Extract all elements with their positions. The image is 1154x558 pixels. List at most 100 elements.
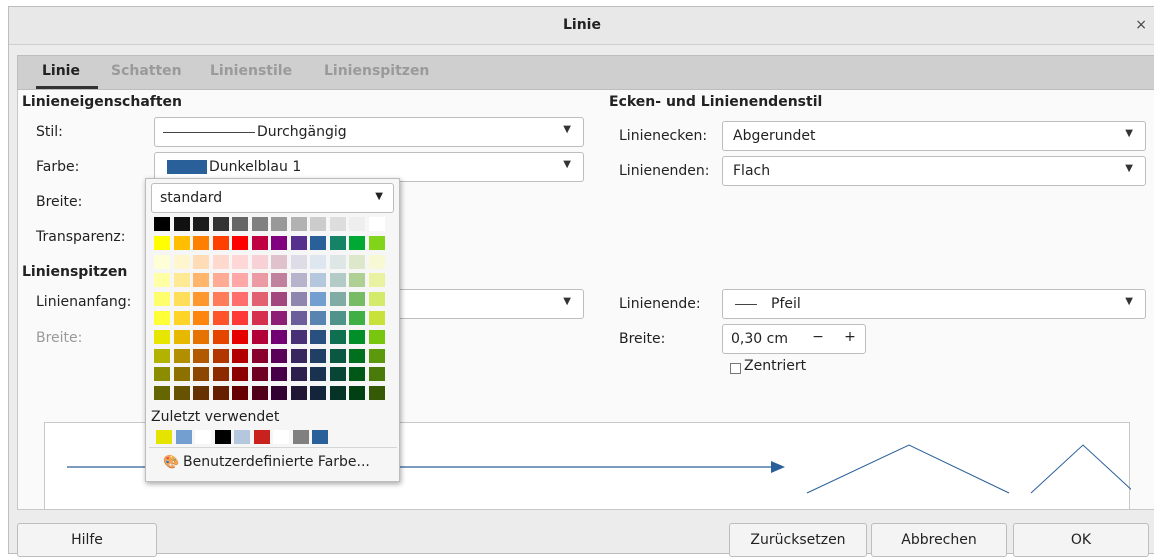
color-swatch-cell[interactable] [329,348,346,363]
color-swatch-cell[interactable] [154,386,170,401]
color-swatch-cell[interactable] [290,254,307,269]
color-swatch-cell[interactable] [154,217,170,231]
color-swatch-cell[interactable] [310,386,326,401]
color-swatch-cell[interactable] [154,273,170,288]
color-swatch-cell[interactable] [329,311,346,325]
recent-color-cell[interactable] [214,430,231,444]
color-swatch-cell[interactable] [212,329,229,344]
color-swatch-cell[interactable] [154,348,170,363]
color-swatch-cell[interactable] [329,254,346,269]
color-swatch-cell[interactable] [193,367,209,382]
tab-schatten[interactable]: Schatten [111,63,182,79]
color-swatch-cell[interactable] [271,311,287,325]
color-swatch-cell[interactable] [329,217,346,231]
color-swatch-cell[interactable] [271,329,287,344]
cap-style-dropdown[interactable]: Flach ▼ [722,156,1146,186]
color-swatch-cell[interactable] [290,273,307,288]
color-swatch-cell[interactable] [349,348,365,363]
color-swatch-cell[interactable] [271,254,287,269]
tab-linienstile[interactable]: Linienstile [210,63,292,79]
reset-button[interactable]: Zurücksetzen [729,523,867,557]
recent-color-cell[interactable] [175,430,192,444]
minus-icon[interactable]: − [807,329,829,345]
recent-color-cell[interactable] [253,430,270,444]
color-swatch-cell[interactable] [368,386,385,401]
color-swatch-cell[interactable] [271,217,287,231]
help-button[interactable]: Hilfe [17,523,157,557]
color-swatch-cell[interactable] [368,254,385,269]
color-swatch-cell[interactable] [212,292,229,307]
color-swatch-cell[interactable] [290,329,307,344]
color-swatch-cell[interactable] [290,217,307,231]
color-swatch-cell[interactable] [368,329,385,344]
color-swatch-cell[interactable] [271,386,287,401]
color-swatch-cell[interactable] [251,329,268,344]
color-swatch-cell[interactable] [251,348,268,363]
color-swatch-cell[interactable] [212,367,229,382]
color-swatch-cell[interactable] [310,235,326,250]
color-swatch-cell[interactable] [310,348,326,363]
color-swatch-cell[interactable] [212,386,229,401]
color-swatch-cell[interactable] [232,329,248,344]
arrow-end-width-spinner[interactable]: 0,30 cm − + [722,324,866,354]
color-swatch-cell[interactable] [329,329,346,344]
color-swatch-cell[interactable] [212,311,229,325]
recent-color-cell[interactable] [292,430,309,444]
color-swatch-cell[interactable] [271,292,287,307]
color-swatch-cell[interactable] [193,235,209,250]
color-swatch-cell[interactable] [154,292,170,307]
color-swatch-cell[interactable] [212,348,229,363]
color-swatch-cell[interactable] [173,217,190,231]
color-swatch-cell[interactable] [368,235,385,250]
color-swatch-cell[interactable] [251,311,268,325]
color-swatch-cell[interactable] [154,235,170,250]
color-swatch-cell[interactable] [232,348,248,363]
color-swatch-cell[interactable] [251,254,268,269]
color-swatch-cell[interactable] [232,235,248,250]
color-swatch-cell[interactable] [290,367,307,382]
cancel-button[interactable]: Abbrechen [871,523,1007,557]
color-swatch-cell[interactable] [251,235,268,250]
color-swatch-cell[interactable] [329,386,346,401]
color-swatch-cell[interactable] [368,311,385,325]
color-swatch-cell[interactable] [251,386,268,401]
color-swatch-cell[interactable] [290,292,307,307]
color-swatch-cell[interactable] [329,292,346,307]
color-swatch-cell[interactable] [310,329,326,344]
color-swatch-cell[interactable] [212,217,229,231]
color-swatch-cell[interactable] [193,386,209,401]
color-swatch-cell[interactable] [173,367,190,382]
color-swatch-cell[interactable] [251,367,268,382]
color-swatch-cell[interactable] [271,273,287,288]
color-swatch-cell[interactable] [251,292,268,307]
color-swatch-cell[interactable] [290,311,307,325]
color-swatch-cell[interactable] [310,367,326,382]
color-swatch-cell[interactable] [290,348,307,363]
color-swatch-cell[interactable] [232,273,248,288]
color-swatch-cell[interactable] [349,367,365,382]
color-swatch-cell[interactable] [193,311,209,325]
color-swatch-cell[interactable] [193,348,209,363]
color-swatch-cell[interactable] [329,273,346,288]
color-swatch-cell[interactable] [251,273,268,288]
ok-button[interactable]: OK [1013,523,1149,557]
color-swatch-cell[interactable] [349,254,365,269]
color-swatch-cell[interactable] [349,386,365,401]
color-swatch-cell[interactable] [368,348,385,363]
plus-icon[interactable]: + [839,329,861,345]
palette-dropdown[interactable]: standard ▼ [151,183,394,213]
centered-checkbox[interactable] [730,363,741,374]
color-swatch-cell[interactable] [173,311,190,325]
color-swatch-cell[interactable] [232,311,248,325]
style-dropdown[interactable]: Durchgängig ▼ [154,117,584,147]
color-swatch-cell[interactable] [193,292,209,307]
color-swatch-cell[interactable] [193,273,209,288]
color-swatch-cell[interactable] [173,292,190,307]
color-swatch-cell[interactable] [154,254,170,269]
color-swatch-cell[interactable] [368,273,385,288]
recent-color-cell[interactable] [234,430,250,444]
color-swatch-cell[interactable] [154,367,170,382]
tab-linie[interactable]: Linie [42,63,80,79]
color-swatch-cell[interactable] [173,329,190,344]
color-swatch-cell[interactable] [349,235,365,250]
